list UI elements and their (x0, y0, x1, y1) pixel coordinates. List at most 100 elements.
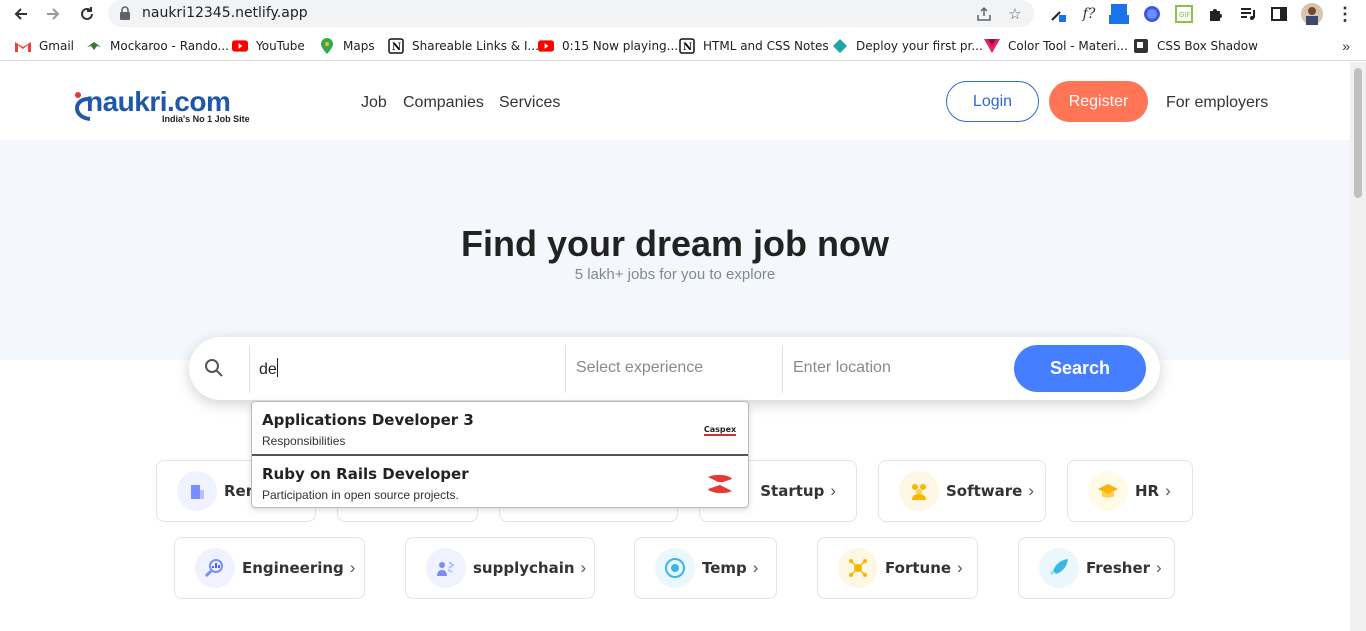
forward-button[interactable] (41, 2, 65, 26)
search-divider (249, 345, 250, 393)
back-arrow-icon (14, 8, 27, 20)
svg-text:N: N (683, 42, 692, 53)
bookmarks-overflow-icon[interactable]: » (1342, 38, 1350, 54)
material-icon (984, 38, 1000, 54)
suggestion-title: Ruby on Rails Developer (262, 465, 469, 483)
fonts-extension-icon[interactable]: f? (1078, 3, 1100, 25)
search-icon (205, 359, 223, 377)
bookmark-gmail[interactable]: Gmail (15, 37, 74, 55)
maps-icon (319, 38, 335, 54)
keyword-input[interactable]: de (259, 358, 278, 379)
logo-tagline: India's No 1 Job Site (162, 114, 250, 124)
page-content: naukri.com India's No 1 Job Site Job Com… (0, 62, 1350, 631)
youtube-icon (232, 38, 248, 54)
category-chip-software[interactable]: Software › (878, 460, 1046, 522)
category-chip-fresher[interactable]: Fresher › (1018, 537, 1175, 599)
nav-services[interactable]: Services (499, 94, 560, 112)
category-chip-temp[interactable]: Temp › (634, 537, 777, 599)
analytics-icon (195, 548, 235, 588)
target-icon (655, 548, 695, 588)
reload-button[interactable] (75, 2, 99, 26)
category-chip-engineering[interactable]: Engineering › (174, 537, 365, 599)
forward-arrow-icon (47, 8, 60, 20)
search-button[interactable]: Search (1014, 345, 1146, 392)
nav-companies[interactable]: Companies (403, 94, 484, 112)
experience-select[interactable]: Select experience (576, 359, 703, 377)
gif-extension-icon[interactable]: GIF (1173, 3, 1195, 25)
logo-main-text: naukri (86, 86, 168, 117)
location-input[interactable]: Enter location (793, 359, 891, 377)
side-panel-icon[interactable] (1268, 3, 1290, 25)
bookmark-color-tool[interactable]: Color Tool - Materi... (984, 37, 1128, 55)
circle-extension-icon[interactable] (1141, 3, 1163, 25)
scrollbar-thumb[interactable] (1354, 68, 1362, 198)
youtube-icon (538, 38, 554, 54)
site-header: naukri.com India's No 1 Job Site Job Com… (0, 62, 1350, 140)
address-bar[interactable]: naukri12345.netlify.app ☆ (108, 0, 1034, 27)
chevron-right-icon: › (957, 558, 963, 577)
box-shadow-icon (1133, 38, 1149, 54)
notion-icon: N (679, 38, 695, 54)
bookmark-html-css-notes[interactable]: N HTML and CSS Notes (679, 37, 829, 55)
suggestion-description: Responsibilities (262, 434, 346, 448)
share-icon[interactable] (975, 5, 993, 23)
login-button[interactable]: Login (946, 81, 1039, 122)
mockaroo-icon (86, 38, 102, 54)
network-icon (838, 548, 878, 588)
reload-icon (81, 7, 93, 20)
logo-domain-text: .com (167, 86, 231, 117)
naukri-logo[interactable]: naukri.com India's No 1 Job Site (72, 86, 262, 128)
bookmark-deploy[interactable]: Deploy your first pr... (832, 37, 983, 55)
search-divider (782, 345, 783, 393)
bookmark-maps[interactable]: Maps (319, 37, 375, 55)
category-chip-hr[interactable]: HR › (1067, 460, 1193, 522)
chevron-right-icon: › (349, 558, 356, 577)
page-scrollbar[interactable] (1350, 62, 1366, 631)
search-divider (565, 345, 566, 393)
supply-chain-icon (426, 548, 466, 588)
hero-title: Find your dream job now (460, 223, 889, 264)
chevron-right-icon: › (580, 558, 587, 577)
media-controls-icon[interactable] (1237, 3, 1259, 25)
nav-job[interactable]: Job (361, 94, 387, 112)
svg-text:N: N (392, 42, 401, 53)
register-button[interactable]: Register (1049, 81, 1148, 122)
rocket-icon (1039, 548, 1079, 588)
chevron-right-icon: › (752, 558, 759, 577)
bookmark-youtube[interactable]: YouTube (232, 37, 305, 55)
suggestion-description: Participation in open source projects. (262, 488, 459, 502)
bookmark-mockaroo[interactable]: Mockaroo - Rando... (86, 37, 229, 55)
building-icon (177, 471, 217, 511)
eyedropper-extension-icon[interactable] (1047, 3, 1069, 25)
profile-avatar[interactable] (1301, 3, 1323, 25)
browser-menu-icon[interactable]: ⋮ (1334, 3, 1356, 25)
hero-section: Find your dream job now 5 lakh+ jobs for… (0, 140, 1350, 360)
puzzle-extensions-icon[interactable] (1205, 3, 1227, 25)
url-text: naukri12345.netlify.app (142, 5, 308, 21)
search-suggestions-dropdown: Applications Developer 3 Responsibilitie… (251, 401, 749, 508)
new-extension-icon[interactable] (1108, 3, 1130, 25)
company-logo-icon (704, 472, 736, 496)
bookmark-css-box-shadow[interactable]: CSS Box Shadow (1133, 37, 1258, 55)
chevron-right-icon: › (1028, 481, 1035, 500)
text-caret (276, 358, 278, 377)
category-chip-supplychain[interactable]: supplychain › (405, 537, 595, 599)
bookmark-now-playing[interactable]: 0:15 Now playing... (538, 37, 678, 55)
chevron-right-icon: › (1165, 481, 1171, 500)
company-logo: Caspex (703, 424, 737, 436)
back-button[interactable] (9, 2, 33, 26)
hero-subtitle: 5 lakh+ jobs for you to explore (574, 266, 776, 283)
notion-icon: N (388, 38, 404, 54)
suggestion-item[interactable]: Applications Developer 3 Responsibilitie… (252, 402, 748, 455)
job-search-bar: de Select experience Enter location Sear… (189, 337, 1160, 400)
for-employers-link[interactable]: For employers (1166, 94, 1268, 112)
browser-toolbar: naukri12345.netlify.app ☆ f? GIF ⋮ (0, 0, 1366, 28)
team-icon (899, 471, 939, 511)
chevron-right-icon: › (830, 481, 836, 500)
suggestion-item[interactable]: Ruby on Rails Developer Participation in… (252, 456, 748, 509)
bookmark-star-icon[interactable]: ☆ (1006, 5, 1024, 23)
category-chip-fortune[interactable]: Fortune › (817, 537, 978, 599)
graduation-cap-icon (1088, 471, 1128, 511)
bookmarks-bar: Gmail Mockaroo - Rando... YouTube Maps N… (0, 31, 1366, 61)
bookmark-shareable-links[interactable]: N Shareable Links & I... (388, 37, 539, 55)
